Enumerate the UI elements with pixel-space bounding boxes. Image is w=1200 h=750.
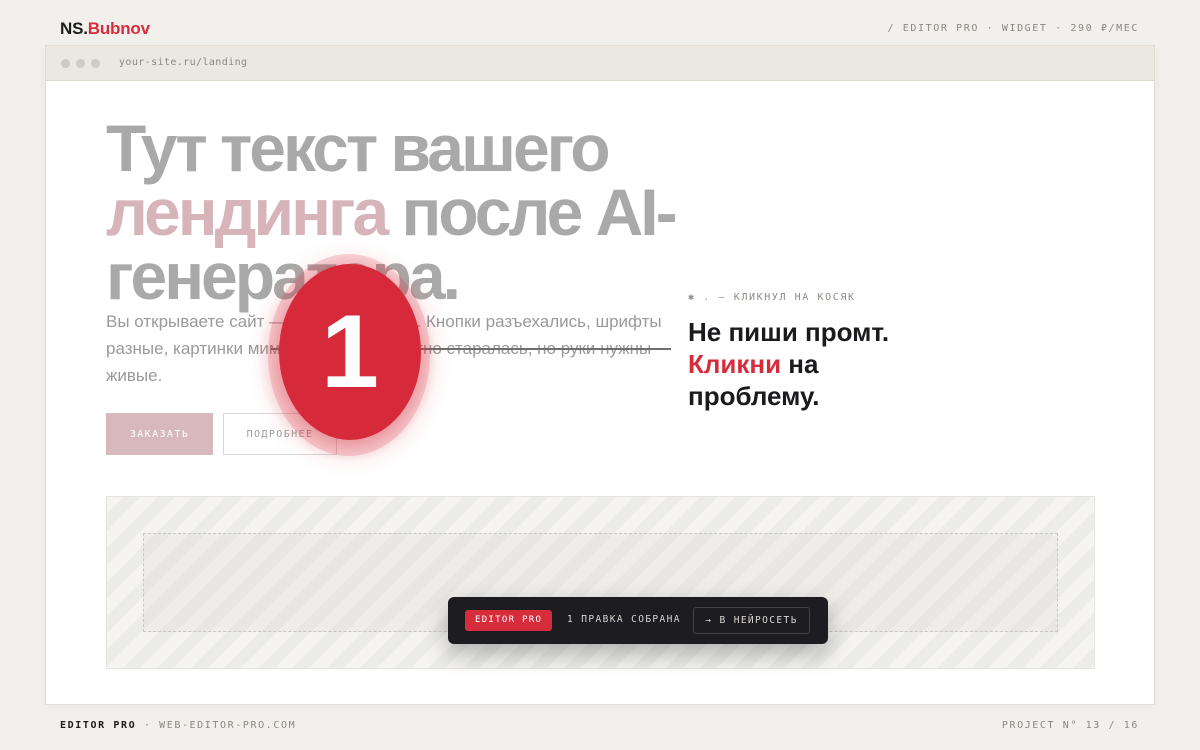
hero-title-line1: Тут текст вашего (106, 111, 611, 185)
footer-brand: EDITOR PRO (60, 720, 137, 731)
note-line1: Не пиши промт. (688, 317, 890, 347)
project-counter: PROJECT N° 13 / 16 (1001, 720, 1139, 731)
window-dot-icon (76, 59, 85, 68)
note-kicker: ✱ . — КЛИКНУЛ НА КОСЯК (688, 292, 856, 303)
hero-title-highlight: лендинга (106, 175, 389, 249)
selection-zone: EDITOR PRO 1 ПРАВКА СОБРАНА → В НЕЙРОСЕТ… (143, 533, 1058, 644)
order-button[interactable]: ЗАКАЗАТЬ (106, 413, 213, 455)
send-to-ai-button[interactable]: → В НЕЙРОСЕТЬ (693, 607, 810, 634)
logo-name: Bubnov (87, 19, 150, 38)
edits-count: 1 ПРАВКА СОБРАНА (567, 614, 681, 625)
footer-left: EDITOR PRO · WEB-EDITOR-PRO.COM (60, 720, 296, 731)
browser-window: your-site.ru/landing Тут текст вашего ле… (45, 45, 1155, 705)
note-red-word: Кликни (688, 349, 782, 379)
note-title: Не пиши промт. Кликни на проблему. (688, 316, 948, 412)
browser-toolbar: your-site.ru/landing (46, 46, 1154, 81)
editor-badge: EDITOR PRO (465, 610, 553, 631)
issue-marker[interactable]: 1 (279, 264, 421, 440)
window-dot-icon (91, 59, 100, 68)
hero-title: Тут текст вашего лендинга после AI-генер… (106, 115, 746, 309)
brand-logo[interactable]: NS.Bubnov (60, 19, 150, 39)
header-meta: / EDITOR PRO · WIDGET · 290 ₽/МЕС (887, 23, 1139, 34)
window-dot-icon (61, 59, 70, 68)
address-bar-url[interactable]: your-site.ru/landing (119, 57, 247, 68)
placeholder-block: EDITOR PRO 1 ПРАВКА СОБРАНА → В НЕЙРОСЕТ… (106, 496, 1095, 669)
footer-site[interactable]: · WEB-EDITOR-PRO.COM (136, 720, 296, 731)
editor-toolbar: EDITOR PRO 1 ПРАВКА СОБРАНА → В НЕЙРОСЕТ… (448, 597, 828, 644)
logo-prefix: NS. (60, 19, 88, 38)
